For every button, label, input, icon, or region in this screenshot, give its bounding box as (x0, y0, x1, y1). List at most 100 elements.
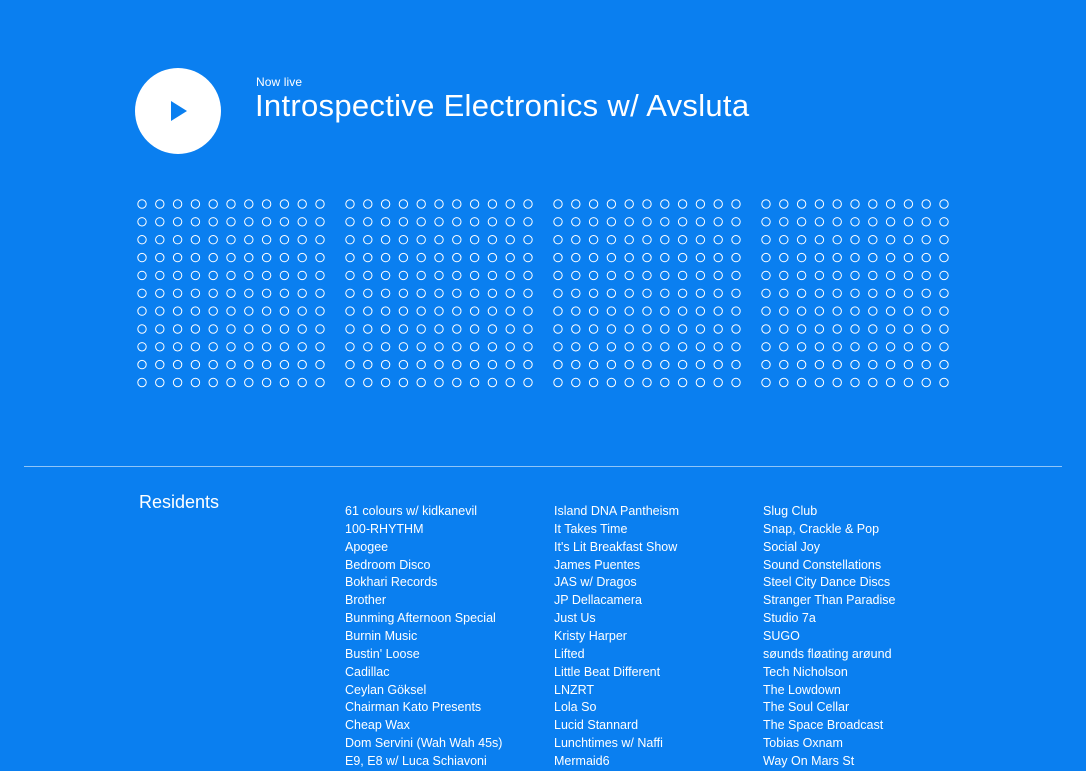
visualizer-dot (939, 377, 949, 388)
visualizer-dot (761, 235, 771, 245)
resident-link[interactable]: Sound Constellations (763, 557, 896, 575)
resident-link[interactable]: Cheap Wax (345, 717, 502, 735)
visualizer-dot (660, 342, 670, 352)
resident-link[interactable]: Little Beat Different (554, 664, 679, 682)
resident-link[interactable]: Way On Mars St (763, 753, 896, 771)
visualizer-dot (279, 359, 290, 370)
visualizer-dot (398, 217, 409, 227)
resident-link[interactable]: Lucid Stannard (554, 717, 679, 735)
resident-link[interactable]: E9, E8 w/ Luca Schiavoni (345, 753, 502, 771)
visualizer-dot (398, 359, 409, 370)
resident-link[interactable]: Tobias Oxnam (763, 735, 896, 753)
resident-link[interactable]: Studio 7a (763, 610, 896, 628)
visualizer-dot (487, 377, 498, 388)
resident-link[interactable]: LNZRT (554, 682, 679, 700)
resident-link[interactable]: Bedroom Disco (345, 557, 502, 575)
visualizer-dot (155, 235, 165, 245)
visualizer-dot (553, 306, 563, 316)
visualizer-dot (469, 377, 480, 388)
visualizer-dot (731, 324, 741, 334)
visualizer-dot (297, 306, 307, 316)
resident-link[interactable]: Island DNA Pantheism (554, 503, 679, 521)
resident-link[interactable]: Apogee (345, 539, 502, 557)
resident-link[interactable]: It Takes Time (554, 521, 679, 539)
visualizer-dot (155, 199, 165, 209)
visualizer-dot (452, 359, 462, 370)
resident-link[interactable]: 100-RHYTHM (345, 521, 502, 539)
visualizer-dot (571, 288, 581, 298)
resident-link[interactable]: The Soul Cellar (763, 699, 896, 717)
visualizer-dot (606, 324, 617, 334)
visualizer-dot (279, 306, 290, 316)
visualizer-dot (279, 288, 290, 298)
residents-column-3: Slug Club Snap, Crackle & Pop Social Joy So… (763, 503, 896, 771)
resident-link[interactable]: Tech Nicholson (763, 664, 896, 682)
visualizer-dot (921, 270, 931, 281)
resident-link[interactable]: Lola So (554, 699, 679, 717)
resident-link[interactable]: James Puentes (554, 557, 679, 575)
visualizer-dot (885, 235, 896, 245)
visualizer-dot (434, 377, 444, 388)
resident-link[interactable]: Slug Club (763, 503, 896, 521)
visualizer-dot (868, 288, 878, 298)
resident-link[interactable]: Bustin' Loose (345, 646, 502, 664)
resident-link[interactable]: Steel City Dance Discs (763, 574, 896, 592)
visualizer-dot (832, 199, 842, 209)
resident-link[interactable]: Stranger Than Paradise (763, 592, 896, 610)
resident-link[interactable]: Lunchtimes w/ Naffi (554, 735, 679, 753)
visualizer-dot (261, 342, 272, 352)
visualizer-dot (588, 235, 599, 245)
visualizer-dot (172, 217, 183, 227)
resident-link[interactable]: Cadillac (345, 664, 502, 682)
resident-link[interactable]: Dom Servini (Wah Wah 45s) (345, 735, 502, 753)
resident-link[interactable]: Chairman Kato Presents (345, 699, 502, 717)
visualizer-dot (903, 252, 914, 263)
visualizer-dot (553, 377, 563, 388)
resident-link[interactable]: Ceylan Göksel (345, 682, 502, 700)
resident-link[interactable]: 61 colours w/ kidkanevil (345, 503, 502, 521)
visualizer-dot (588, 377, 599, 388)
resident-link[interactable]: Brother (345, 592, 502, 610)
visualizer-dot (796, 342, 807, 352)
visualizer-dot (380, 235, 391, 245)
visualizer-dot (903, 199, 914, 209)
visualizer-dot (469, 199, 480, 209)
visualizer-dot (939, 359, 949, 370)
resident-link[interactable]: Social Joy (763, 539, 896, 557)
resident-link[interactable]: It's Lit Breakfast Show (554, 539, 679, 557)
resident-link[interactable]: Mermaid6 (554, 753, 679, 771)
visualizer-dot (606, 252, 617, 263)
resident-link[interactable]: The Space Broadcast (763, 717, 896, 735)
visualizer-dot (523, 252, 533, 263)
resident-link[interactable]: Kristy Harper (554, 628, 679, 646)
resident-link[interactable]: Lifted (554, 646, 679, 664)
visualizer-dot (261, 359, 272, 370)
visualizer-dot (398, 377, 409, 388)
resident-link[interactable]: JP Dellacamera (554, 592, 679, 610)
visualizer-dot (921, 324, 931, 334)
resident-link[interactable]: Burnin Music (345, 628, 502, 646)
resident-link[interactable]: Bokhari Records (345, 574, 502, 592)
visualizer-dot (363, 377, 373, 388)
visualizer-dot (642, 324, 652, 334)
visualizer-dot (315, 342, 325, 352)
visualizer-dot (642, 252, 652, 263)
visualizer-dot (363, 306, 373, 316)
visualizer-dot (850, 252, 860, 263)
visualizer-dot (469, 288, 480, 298)
visualizer-dot (779, 377, 789, 388)
visualizer-dot (814, 217, 825, 227)
resident-link[interactable]: Bunming Afternoon Special (345, 610, 502, 628)
resident-link[interactable]: søunds fløating arøund (763, 646, 896, 664)
visualizer-dot (190, 306, 201, 316)
resident-link[interactable]: SUGO (763, 628, 896, 646)
resident-link[interactable]: Just Us (554, 610, 679, 628)
visualizer-dot (779, 324, 789, 334)
visualizer-dot (208, 235, 218, 245)
resident-link[interactable]: Snap, Crackle & Pop (763, 521, 896, 539)
visualizer-dot (416, 270, 426, 281)
visualizer-dot (885, 359, 896, 370)
resident-link[interactable]: JAS w/ Dragos (554, 574, 679, 592)
resident-link[interactable]: The Lowdown (763, 682, 896, 700)
divider (24, 466, 1062, 467)
